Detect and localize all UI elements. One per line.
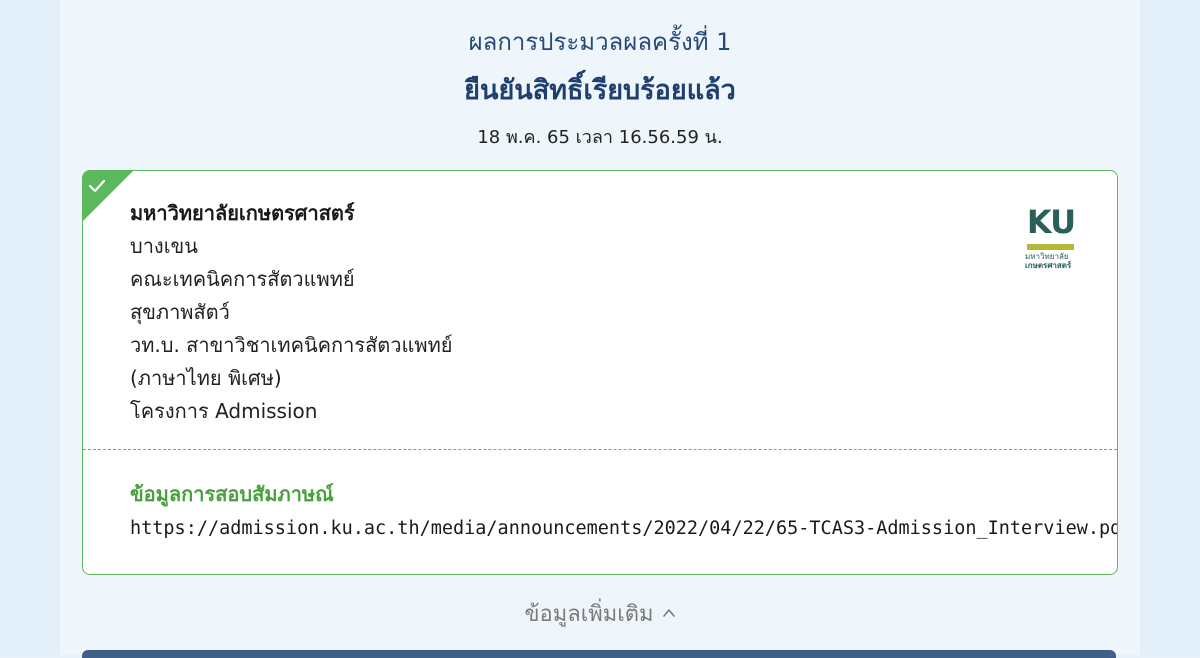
- logo-bar: [1027, 244, 1074, 250]
- more-info-toggle[interactable]: ข้อมูลเพิ่มเติม: [60, 596, 1140, 631]
- confirmation-timestamp: 18 พ.ค. 65 เวลา 16.56.59 น.: [477, 127, 723, 148]
- more-info-label: ข้อมูลเพิ่มเติม: [524, 602, 654, 627]
- faculty-name: คณะเทคนิคการสัตวแพทย์: [130, 267, 355, 291]
- left-margin: [0, 0, 60, 655]
- university-name: มหาวิทยาลัยเกษตรศาสตร์: [130, 201, 355, 225]
- card-divider: [83, 449, 1117, 450]
- admission-result-card: มหาวิทยาลัยเกษตรศาสตร์ บางเขน คณะเทคนิคก…: [82, 170, 1118, 575]
- check-icon: [88, 179, 106, 193]
- field-name: สุขภาพสัตว์: [130, 300, 230, 324]
- program-type: (ภาษาไทย พิเศษ): [130, 366, 282, 390]
- program-info: มหาวิทยาลัยเกษตรศาสตร์ บางเขน คณะเทคนิคก…: [130, 197, 453, 428]
- interview-info-heading: ข้อมูลการสอบสัมภาษณ์: [130, 482, 334, 506]
- result-page: ผลการประมวลผลครั้งที่ 1 ยืนยันสิทธิ์เรีย…: [60, 0, 1140, 658]
- chevron-up-icon: [662, 609, 675, 617]
- logo-subtitle: มหาวิทยาลัย เกษตรศาสตร์: [1025, 252, 1072, 270]
- program-name: วท.บ. สาขาวิชาเทคนิคการสัตวแพทย์: [130, 333, 453, 357]
- status-title: ยืนยันสิทธิ์เรียบร้อยแล้ว: [464, 75, 736, 106]
- next-card-edge: [82, 650, 1116, 658]
- university-logo: KU มหาวิทยาลัย เกษตรศาสตร์: [1025, 204, 1077, 274]
- logo-letters: KU: [1026, 203, 1076, 241]
- project-name: โครงการ Admission: [130, 399, 318, 423]
- right-margin: [1140, 0, 1200, 655]
- round-title: ผลการประมวลผลครั้งที่ 1: [468, 28, 732, 56]
- interview-link[interactable]: https://admission.ku.ac.th/media/announc…: [130, 518, 1117, 539]
- campus-name: บางเขน: [130, 234, 198, 258]
